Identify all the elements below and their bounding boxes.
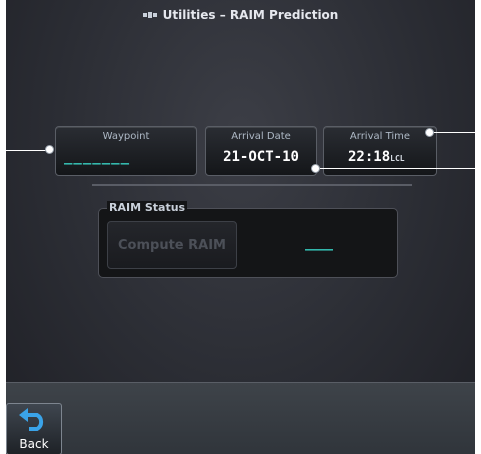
arrival-time-label: Arrival Time [349, 131, 411, 142]
waypoint-button[interactable]: Waypoint _______ [55, 126, 197, 176]
raim-status-title: RAIM Status [107, 201, 188, 214]
raim-status-value: ____ [305, 235, 333, 251]
waypoint-callout-line [0, 150, 50, 151]
arrival-date-callout-line [315, 168, 481, 169]
arrival-date-value: 21-OCT-10 [223, 149, 299, 165]
waypoint-label: Waypoint [102, 131, 150, 142]
back-button[interactable]: Back [6, 403, 62, 454]
arrival-date-button[interactable]: Arrival Date 21-OCT-10 [205, 126, 317, 176]
arrival-time-unit: LCL [390, 154, 405, 163]
arrival-time-value: 22:18 [348, 149, 391, 165]
title-bar: Utilities – RAIM Prediction [6, 0, 475, 30]
arrival-time-value-group: 22:18LCL [348, 149, 405, 165]
arrival-time-callout-line [430, 132, 481, 133]
section-divider [92, 184, 412, 186]
raim-prediction-screen: Utilities – RAIM Prediction Waypoint ___… [6, 0, 475, 454]
arrival-date-label: Arrival Date [231, 131, 291, 142]
arrival-date-callout-dot [311, 164, 320, 173]
waypoint-value: _______ [64, 149, 131, 165]
satellite-icon [142, 12, 157, 18]
back-arrow-icon [19, 408, 44, 431]
bottom-toolbar: Back [6, 382, 475, 454]
compute-raim-button[interactable]: Compute RAIM [107, 221, 237, 269]
waypoint-callout-dot [45, 145, 54, 154]
raim-status-box: RAIM Status Compute RAIM ____ [98, 201, 398, 278]
page-title: Utilities – RAIM Prediction [162, 8, 339, 22]
arrival-time-callout-dot [425, 128, 434, 137]
back-label: Back [19, 437, 49, 451]
